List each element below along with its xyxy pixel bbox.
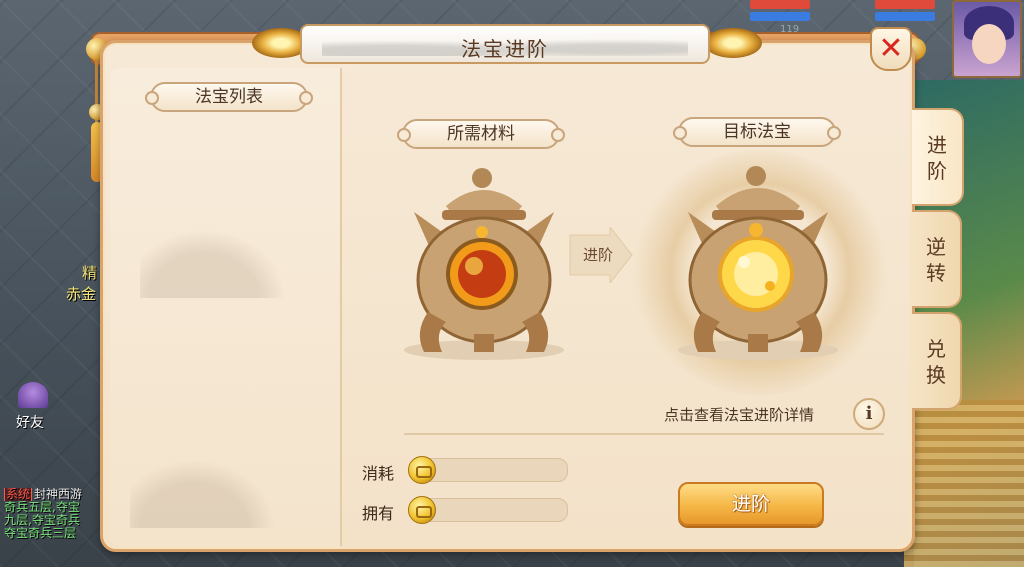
scene-roof (904, 400, 1024, 567)
own-label: 拥有 (362, 504, 395, 523)
advance-detail-link[interactable]: 点击查看法宝进阶详情 (664, 404, 814, 425)
chat-system-tag: 系统 (4, 488, 33, 501)
treasure-list-pane[interactable] (110, 68, 342, 546)
cost-value-bar (430, 458, 568, 482)
hp-bar (750, 0, 810, 9)
hp-bar-2 (875, 0, 935, 9)
friend-button[interactable]: 好友 (8, 382, 58, 442)
tab-reverse[interactable]: 逆 转 (912, 210, 962, 308)
avatar-face (972, 24, 1006, 64)
material-header: 所需材料 (397, 119, 565, 149)
player-avatar[interactable] (952, 0, 1022, 78)
mp-bar-2 (875, 12, 935, 21)
chat-line: 奇兵五层,夺宝 (4, 501, 80, 514)
chat-line: 系统 封神西游 (4, 488, 100, 501)
chat-text: 封神西游 (34, 488, 83, 501)
treasure-list-header: 法宝列表 (145, 82, 313, 112)
coin-icon (408, 456, 436, 484)
friend-label: 好友 (16, 415, 44, 431)
material-treasure-cauldron[interactable] (384, 162, 584, 372)
info-icon: i (865, 403, 873, 424)
chat-line: 九层,夺宝奇兵 (4, 514, 80, 527)
advance-button[interactable]: 进阶 (678, 482, 824, 526)
chat-box[interactable]: 系统 封神西游 奇兵五层,夺宝 九层,夺宝奇兵 夺宝奇兵三层 (4, 488, 100, 540)
chat-line: 夺宝奇兵三层 (4, 527, 77, 540)
target-treasure-cauldron[interactable] (658, 162, 858, 372)
dialog-title: 法宝进阶 (461, 37, 549, 61)
tab-reverse-label: 逆 转 (926, 235, 946, 285)
tab-advance[interactable]: 进 阶 (912, 108, 964, 206)
advance-arrow: 进阶 (568, 227, 634, 283)
npc-name-2: 赤金 (66, 285, 97, 303)
tab-exchange-label: 兑 换 (926, 337, 946, 387)
close-button[interactable]: ✕ (870, 27, 912, 71)
dialog-title-plate: 法宝进阶 (300, 24, 710, 64)
friend-icon (18, 382, 48, 408)
info-button[interactable]: i (853, 398, 885, 430)
tab-exchange[interactable]: 兑 换 (912, 312, 962, 410)
cloud-ornament-right (704, 28, 762, 58)
player-status-bars: 119 (740, 0, 950, 35)
close-icon: ✕ (878, 31, 904, 66)
tab-advance-label: 进 阶 (927, 133, 947, 183)
cost-label: 消耗 (362, 464, 395, 483)
coin-icon (408, 496, 436, 524)
mp-bar (750, 12, 810, 21)
divider (404, 433, 884, 435)
cauldron-icon (678, 166, 838, 360)
own-value-bar (430, 498, 568, 522)
arrow-label: 进阶 (582, 246, 613, 264)
cauldron-icon (404, 168, 564, 360)
target-header: 目标法宝 (673, 117, 841, 147)
npc-name-1: 精 (82, 264, 98, 282)
